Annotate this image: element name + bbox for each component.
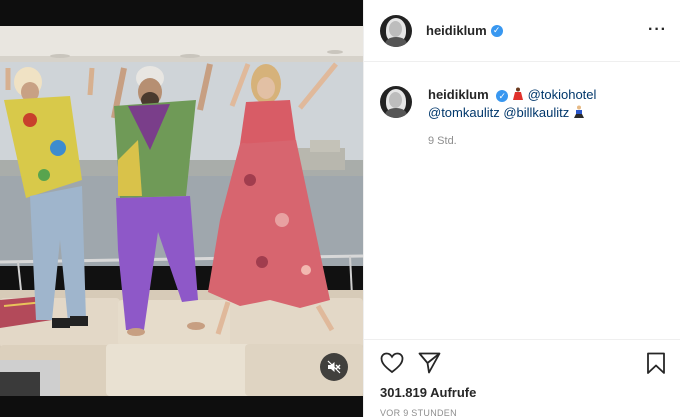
more-horizontal-icon: ··· [648,21,667,38]
caption-username[interactable]: heidiklum [428,87,489,102]
post-timestamp[interactable]: VOR 9 STUNDEN [380,408,457,417]
post-header: heidiklum ✓ ··· [364,0,680,62]
mention-tomkaulitz[interactable]: @tomkaulitz [428,105,500,120]
mute-button[interactable] [320,353,348,381]
share-button[interactable] [418,352,441,379]
post-video[interactable] [0,0,363,417]
video-frame [0,0,363,417]
caption: heidiklum ✓ @tokiohotel @tomkaulitz @bil… [380,86,670,150]
more-options-button[interactable]: ··· [648,22,667,38]
caption-time: 9 Std. [428,135,457,147]
like-button[interactable] [380,352,404,379]
speaker-muted-icon [327,360,341,374]
header-username[interactable]: heidiklum [426,23,487,38]
action-bar: 301.819 Aufrufe VOR 9 STUNDEN [364,339,680,417]
paper-plane-icon [418,352,441,374]
mention-tokiohotel[interactable]: @tokiohotel [528,87,597,102]
post-panel: heidiklum ✓ ··· heidiklum ✓ @tokiohotel … [363,0,680,417]
heart-icon [380,352,404,374]
woman-dancing-emoji [512,87,523,100]
avatar[interactable] [380,14,412,47]
caption-text: heidiklum ✓ @tokiohotel @tomkaulitz @bil… [428,86,596,150]
bookmark-icon [647,352,665,374]
man-dancing-emoji [573,105,584,118]
verified-badge-icon: ✓ [490,24,503,37]
view-count[interactable]: 301.819 Aufrufe [380,385,476,400]
caption-avatar[interactable] [380,86,412,118]
verified-badge-icon: ✓ [496,89,509,102]
mention-billkaulitz[interactable]: @billkaulitz [503,105,569,120]
save-button[interactable] [646,352,666,380]
